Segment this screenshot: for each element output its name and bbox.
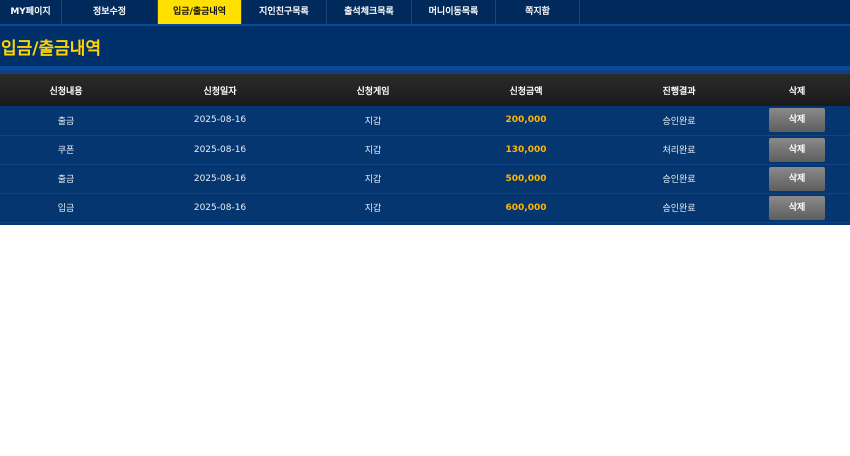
cell-action: 삭제 [744, 164, 850, 193]
tab-money-transfer-list[interactable]: 머니이동목록 [412, 0, 496, 24]
cell-result: 처리완료 [662, 146, 696, 156]
cell-result: 승인완료 [662, 204, 696, 214]
tab-my-page[interactable]: MY페이지 [0, 0, 62, 24]
cell-date: 2025-08-16 [193, 173, 247, 184]
delete-button[interactable]: 삭제 [769, 108, 825, 133]
tab-deposit-withdraw-history[interactable]: 입금/출금내역 [158, 0, 242, 24]
cell-action: 삭제 [744, 193, 850, 222]
tab-edit-profile[interactable]: 정보수정 [62, 0, 158, 24]
cell-date: 2025-08-16 [193, 202, 247, 213]
table-row: 입금 2025-08-16 지갑 600,000 승인완료 삭제 [0, 193, 850, 222]
table-header-row: 신청내용 신청일자 신청게임 신청금액 진행결과 삭제 [0, 74, 850, 106]
table-bottom-border [0, 222, 850, 225]
top-navigation: MY페이지 정보수정 입금/출금내역 지인친구목록 출석체크목록 머니이동목록 … [0, 0, 850, 26]
page-title: 입금/출금내역 [1, 38, 102, 59]
table-row: 쿠폰 2025-08-16 지갑 130,000 처리완료 삭제 [0, 135, 850, 164]
delete-button[interactable]: 삭제 [769, 195, 825, 220]
history-table: 신청내용 신청일자 신청게임 신청금액 진행결과 삭제 출금 2025-08-1… [0, 74, 850, 223]
cell-amount: 600,000 [505, 202, 547, 213]
cell-game: 지갑 [364, 175, 382, 185]
tab-attendance-list[interactable]: 출석체크목록 [327, 0, 412, 24]
delete-button[interactable]: 삭제 [769, 166, 825, 191]
cell-game: 지갑 [364, 146, 382, 156]
cell-result: 승인완료 [662, 116, 696, 127]
column-header-request-amount: 신청금액 [509, 86, 543, 97]
cell-amount: 200,000 [505, 115, 547, 126]
cell-date: 2025-08-16 [193, 115, 247, 126]
cell-amount: 130,000 [505, 144, 547, 155]
column-header-delete: 삭제 [788, 86, 806, 97]
delete-button[interactable]: 삭제 [769, 137, 825, 162]
cell-type: 쿠폰 [57, 146, 75, 156]
cell-result: 승인완료 [662, 175, 696, 185]
cell-type: 출금 [57, 116, 75, 127]
cell-game: 지갑 [364, 116, 382, 127]
cell-type: 입금 [57, 204, 75, 214]
app-container: MY페이지 정보수정 입금/출금내역 지인친구목록 출석체크목록 머니이동목록 … [0, 0, 850, 225]
column-header-request-type: 신청내용 [49, 86, 83, 97]
column-header-request-date: 신청일자 [203, 86, 237, 97]
tab-messages[interactable]: 쪽지함 [496, 0, 580, 24]
cell-date: 2025-08-16 [193, 144, 247, 155]
title-bar: 입금/출금내역 [0, 26, 850, 70]
cell-type: 출금 [57, 175, 75, 185]
cell-game: 지갑 [364, 204, 382, 214]
table-row: 출금 2025-08-16 지갑 200,000 승인완료 삭제 [0, 106, 850, 135]
cell-action: 삭제 [744, 135, 850, 164]
column-header-result: 진행결과 [662, 86, 696, 97]
tab-friend-list[interactable]: 지인친구목록 [242, 0, 327, 24]
column-header-request-game: 신청게임 [356, 86, 390, 97]
cell-amount: 500,000 [505, 173, 547, 184]
table-row: 출금 2025-08-16 지갑 500,000 승인완료 삭제 [0, 164, 850, 193]
cell-action: 삭제 [744, 106, 850, 135]
